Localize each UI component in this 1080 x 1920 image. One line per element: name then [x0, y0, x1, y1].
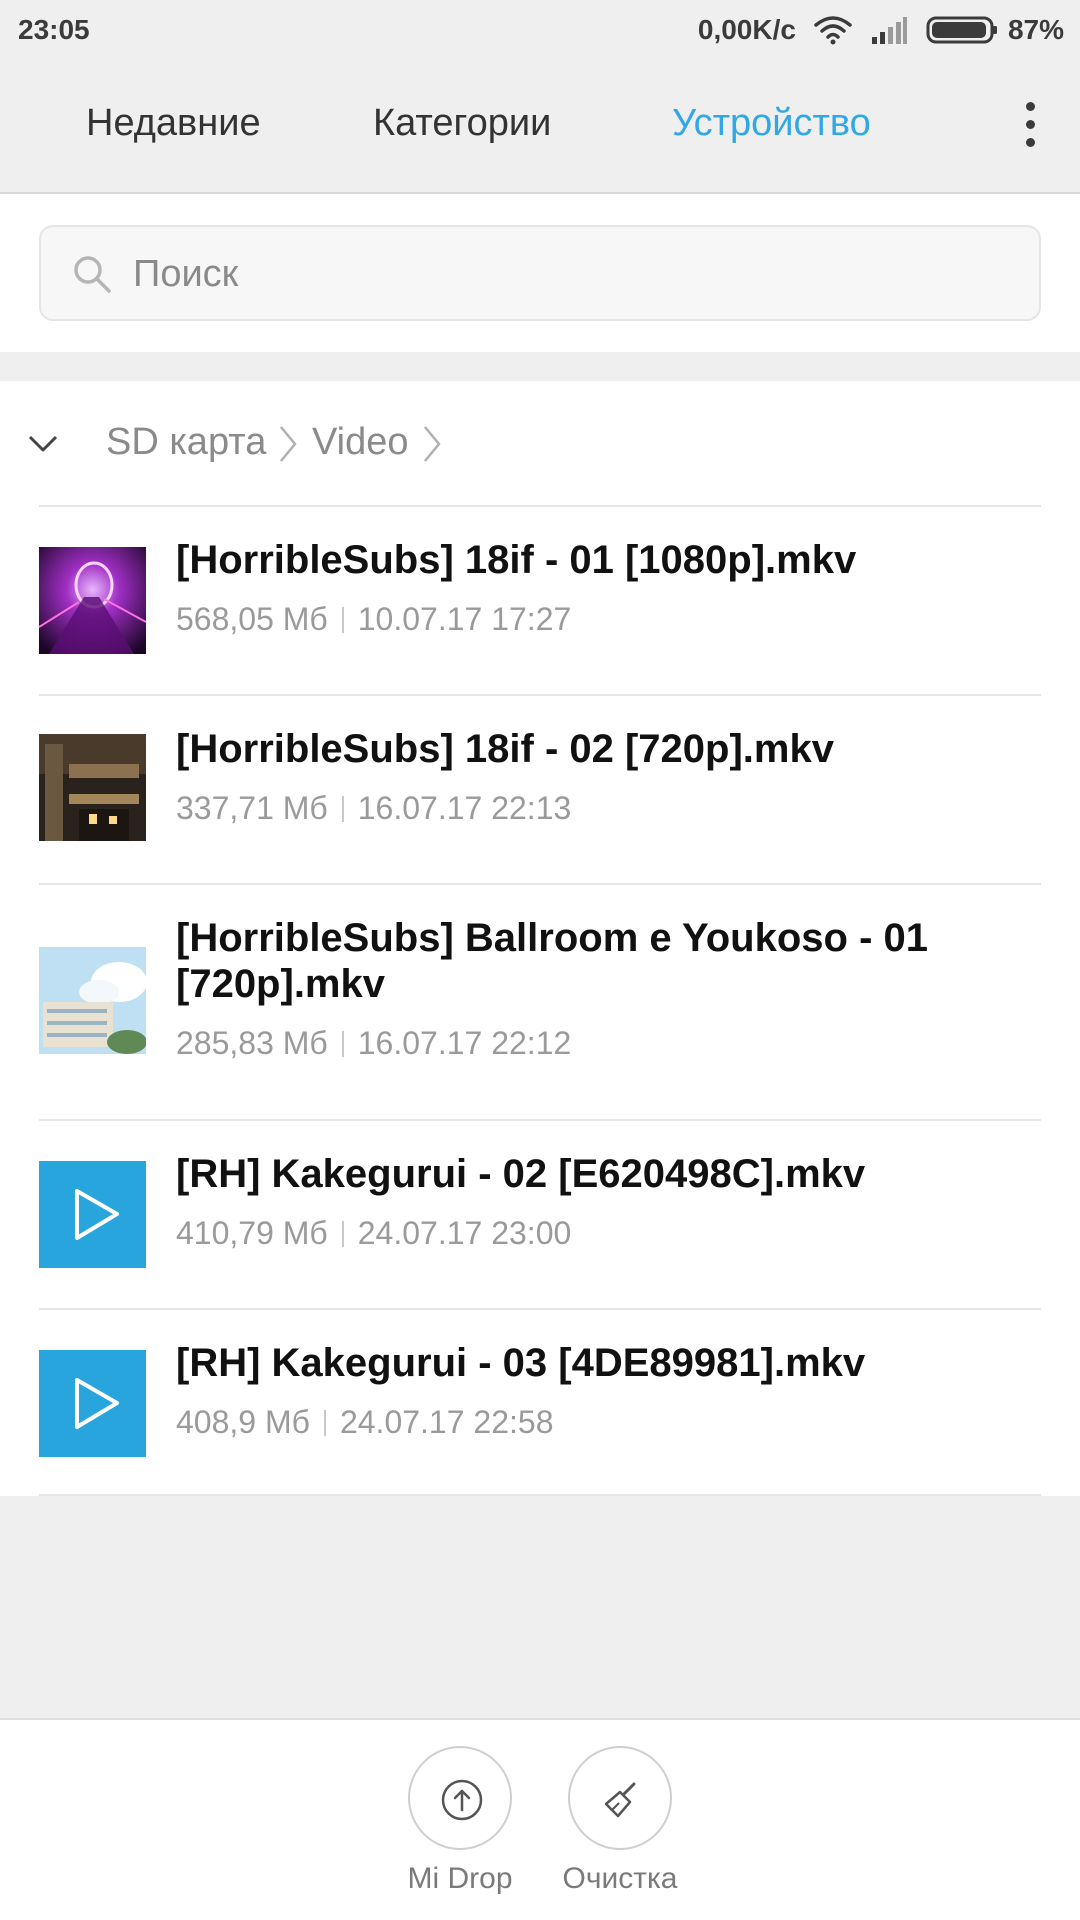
search-area [0, 194, 1080, 352]
search-box[interactable] [39, 225, 1041, 321]
file-size: 408,9 Мб [176, 1404, 310, 1440]
status-time: 23:05 [18, 14, 90, 45]
bottom-action-bar: Mi Drop Очистка [0, 1718, 1080, 1920]
upload-arrow-icon [441, 1779, 483, 1821]
breadcrumb-item-sd-card[interactable]: SD карта [106, 421, 266, 464]
battery-percent: 87% [1007, 14, 1064, 45]
video-thumbnail [39, 947, 146, 1054]
file-size: 410,79 Мб [176, 1215, 328, 1251]
file-row[interactable]: [HorribleSubs] Ballroom e Youkoso - 01 [… [0, 885, 1080, 1119]
play-icon [75, 1378, 119, 1429]
breadcrumb-item-video[interactable]: Video [312, 421, 409, 464]
file-date: 16.07.17 22:13 [357, 790, 572, 826]
file-date: 24.07.17 22:58 [339, 1404, 554, 1440]
play-icon [75, 1189, 119, 1240]
file-size: 337,71 Мб [176, 790, 328, 826]
breadcrumb: SD карта Video [0, 381, 1080, 505]
tab-categories[interactable]: Категории [373, 102, 551, 145]
file-meta: 285,83 Мб 16.07.17 22:12 [176, 1025, 571, 1062]
video-thumbnail [39, 734, 146, 841]
tab-bar: Недавние Категории Устройство [0, 62, 1080, 194]
file-name: [HorribleSubs] 18if - 01 [1080p].mkv [176, 538, 857, 582]
file-meta: 568,05 Мб 10.07.17 17:27 [176, 601, 571, 638]
more-options-icon[interactable] [1018, 102, 1042, 152]
search-input[interactable] [133, 249, 1013, 299]
cleanup-button[interactable] [568, 1746, 672, 1850]
file-name: [HorribleSubs] Ballroom e Youkoso - 01 [… [176, 916, 928, 1006]
file-meta: 408,9 Мб 24.07.17 22:58 [176, 1404, 553, 1441]
divider [39, 1494, 1041, 1496]
signal-icon [871, 17, 907, 44]
file-name: [RH] Kakegurui - 03 [4DE89981].mkv [176, 1341, 866, 1385]
video-file-icon [39, 1350, 146, 1457]
file-name: [RH] Kakegurui - 02 [E620498C].mkv [176, 1152, 866, 1196]
file-meta: 410,79 Мб 24.07.17 23:00 [176, 1215, 571, 1252]
file-row[interactable]: [HorribleSubs] 18if - 02 [720p].mkv 337,… [0, 696, 1080, 883]
file-date: 24.07.17 23:00 [357, 1215, 572, 1251]
file-date: 16.07.17 22:12 [357, 1025, 572, 1061]
file-row[interactable]: [RH] Kakegurui - 03 [4DE89981].mkv 408,9… [0, 1310, 1080, 1497]
chevron-down-icon[interactable] [26, 429, 60, 457]
purple-anime-thumbnail-icon [39, 547, 146, 654]
school-sky-thumbnail-icon [39, 947, 146, 1054]
file-size: 285,83 Мб [176, 1025, 328, 1061]
broom-icon [604, 1782, 636, 1818]
video-file-icon [39, 1161, 146, 1268]
battery-icon [926, 16, 997, 44]
mi-drop-label: Mi Drop [407, 1862, 513, 1895]
chevron-right-icon [280, 426, 297, 462]
city-night-thumbnail-icon [39, 734, 146, 841]
video-thumbnail [39, 547, 146, 654]
cleanup-label: Очистка [562, 1862, 678, 1895]
file-row[interactable]: [HorribleSubs] 18if - 01 [1080p].mkv 568… [0, 507, 1080, 694]
file-name: [HorribleSubs] 18if - 02 [720p].mkv [176, 727, 834, 771]
status-bar: 23:05 0,00K/c 87% [0, 0, 1080, 62]
wifi-icon [814, 16, 852, 45]
file-meta: 337,71 Мб 16.07.17 22:13 [176, 790, 571, 827]
tab-device[interactable]: Устройство [672, 102, 871, 145]
tab-recent[interactable]: Недавние [86, 102, 261, 145]
file-size: 568,05 Мб [176, 601, 328, 637]
status-indicators: 0,00K/c 87% [698, 12, 1064, 48]
file-row[interactable]: [RH] Kakegurui - 02 [E620498C].mkv 410,7… [0, 1121, 1080, 1308]
file-list-panel: SD карта Video [HorribleSubs] 18if - 01 … [0, 381, 1080, 1496]
file-date: 10.07.17 17:27 [357, 601, 572, 637]
mi-drop-button[interactable] [408, 1746, 512, 1850]
network-speed: 0,00K/c [697, 14, 796, 45]
search-icon [74, 256, 111, 293]
chevron-right-icon [424, 426, 441, 462]
